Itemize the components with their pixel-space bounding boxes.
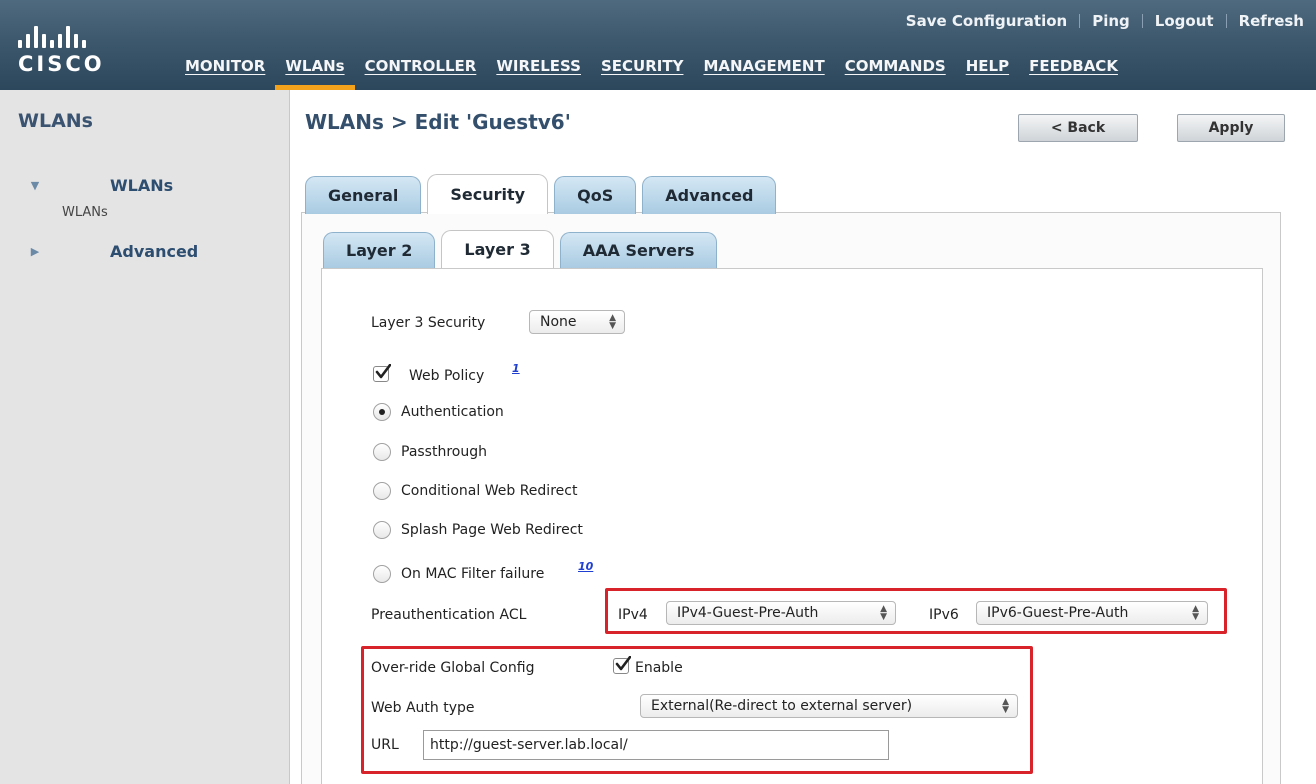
web-auth-type-label: Web Auth type — [371, 700, 475, 716]
back-button[interactable]: < Back — [1018, 114, 1138, 142]
link-separator — [1141, 14, 1143, 28]
page-title: WLANs > Edit 'Guestv6' — [305, 110, 571, 134]
ipv4-acl-select[interactable]: IPv4-Guest-Pre-Auth ▲ ▼ — [666, 601, 896, 625]
top-banner: CISCO Save Configuration Ping Logout Ref… — [0, 0, 1316, 90]
nav-commands[interactable]: COMMANDS — [835, 52, 956, 90]
sidebar-item-label: Advanced — [110, 242, 199, 261]
sidebar: WLANs ▼ WLANs WLANs ▶ Advanced — [0, 90, 290, 784]
tab-security[interactable]: Security — [427, 174, 549, 214]
nav-security[interactable]: SECURITY — [591, 52, 693, 90]
web-policy-label: Web Policy — [409, 368, 485, 384]
passthrough-radio[interactable] — [373, 443, 391, 461]
sidebar-title: WLANs — [18, 110, 93, 132]
web-policy-checkbox[interactable] — [373, 364, 391, 382]
logout-link[interactable]: Logout — [1155, 12, 1214, 30]
nav-monitor[interactable]: MONITOR — [175, 52, 275, 90]
override-enable-checkbox[interactable] — [613, 656, 631, 674]
subtab-layer-3[interactable]: Layer 3 — [441, 230, 554, 268]
ipv6-label: IPv6 — [929, 607, 959, 623]
conditional-web-redirect-radio[interactable] — [373, 482, 391, 500]
nav-feedback[interactable]: FEEDBACK — [1019, 52, 1128, 90]
checkmark-icon — [615, 656, 631, 671]
caret-down-icon[interactable]: ▼ — [28, 179, 42, 193]
cisco-bars-icon — [18, 22, 148, 48]
conditional-web-redirect-label: Conditional Web Redirect — [401, 483, 578, 499]
mac-filter-footnote-link[interactable]: 10 — [578, 560, 593, 573]
cisco-logo: CISCO — [18, 22, 148, 82]
select-arrows-icon: ▲ ▼ — [880, 604, 887, 622]
web-auth-type-select[interactable]: External(Re-direct to external server) ▲… — [640, 694, 1018, 718]
link-separator — [1079, 14, 1081, 28]
authentication-label: Authentication — [401, 404, 504, 420]
nav-management[interactable]: MANAGEMENT — [693, 52, 834, 90]
subtab-aaa-servers[interactable]: AAA Servers — [559, 232, 718, 268]
tab-qos[interactable]: QoS — [554, 176, 637, 214]
enable-label: Enable — [635, 660, 683, 676]
tab-advanced[interactable]: Advanced — [642, 176, 777, 214]
nav-help[interactable]: HELP — [956, 52, 1019, 90]
select-value: None — [540, 314, 577, 330]
select-value: IPv4-Guest-Pre-Auth — [677, 605, 819, 621]
override-global-config-label: Over-ride Global Config — [371, 660, 535, 676]
caret-right-icon[interactable]: ▶ — [28, 245, 42, 259]
ipv4-label: IPv4 — [618, 607, 648, 623]
subtab-layer-2[interactable]: Layer 2 — [323, 232, 436, 268]
select-arrows-icon: ▲ ▼ — [609, 313, 616, 331]
web-policy-footnote-link[interactable]: 1 — [512, 362, 520, 375]
apply-button[interactable]: Apply — [1177, 114, 1285, 142]
main-content: WLANs > Edit 'Guestv6' < Back Apply Gene… — [291, 90, 1316, 784]
cisco-wordmark: CISCO — [18, 52, 105, 76]
subtab-bar: Layer 2 Layer 3 AAA Servers — [323, 230, 723, 268]
select-value: IPv6-Guest-Pre-Auth — [987, 605, 1129, 621]
ping-link[interactable]: Ping — [1092, 12, 1130, 30]
radio-dot-icon — [379, 409, 385, 415]
layer3-security-label: Layer 3 Security — [371, 315, 486, 331]
save-configuration-link[interactable]: Save Configuration — [906, 12, 1067, 30]
tab-general[interactable]: General — [305, 176, 422, 214]
nav-wireless[interactable]: WIRELESS — [486, 52, 591, 90]
mac-filter-failure-label: On MAC Filter failure — [401, 566, 545, 582]
layer3-security-select[interactable]: None ▲ ▼ — [529, 310, 625, 334]
nav-controller[interactable]: CONTROLLER — [355, 52, 487, 90]
checkmark-icon — [375, 364, 391, 379]
sidebar-item-advanced[interactable]: ▶ Advanced — [28, 242, 198, 261]
splash-page-web-redirect-label: Splash Page Web Redirect — [401, 522, 583, 538]
select-arrows-icon: ▲ ▼ — [1192, 604, 1199, 622]
sidebar-subitem-wlans[interactable]: WLANs — [62, 205, 108, 220]
tab-bar: General Security QoS Advanced — [305, 174, 782, 214]
utility-links: Save Configuration Ping Logout Refresh — [906, 12, 1304, 30]
mac-filter-failure-radio[interactable] — [373, 565, 391, 583]
url-label: URL — [371, 737, 399, 753]
link-separator — [1225, 14, 1227, 28]
sidebar-item-wlans[interactable]: ▼ WLANs — [28, 176, 173, 195]
splash-page-web-redirect-radio[interactable] — [373, 521, 391, 539]
select-arrows-icon: ▲ ▼ — [1002, 697, 1009, 715]
ipv6-acl-select[interactable]: IPv6-Guest-Pre-Auth ▲ ▼ — [976, 601, 1208, 625]
nav-wlans[interactable]: WLANs — [275, 52, 355, 90]
url-input[interactable]: http://guest-server.lab.local/ — [423, 730, 889, 760]
sidebar-item-label: WLANs — [110, 176, 174, 195]
authentication-radio[interactable] — [373, 403, 391, 421]
passthrough-label: Passthrough — [401, 444, 487, 460]
preauth-acl-label: Preauthentication ACL — [371, 607, 527, 623]
main-nav: MONITOR WLANs CONTROLLER WIRELESS SECURI… — [175, 52, 1128, 90]
refresh-link[interactable]: Refresh — [1239, 12, 1304, 30]
select-value: External(Re-direct to external server) — [651, 698, 913, 714]
